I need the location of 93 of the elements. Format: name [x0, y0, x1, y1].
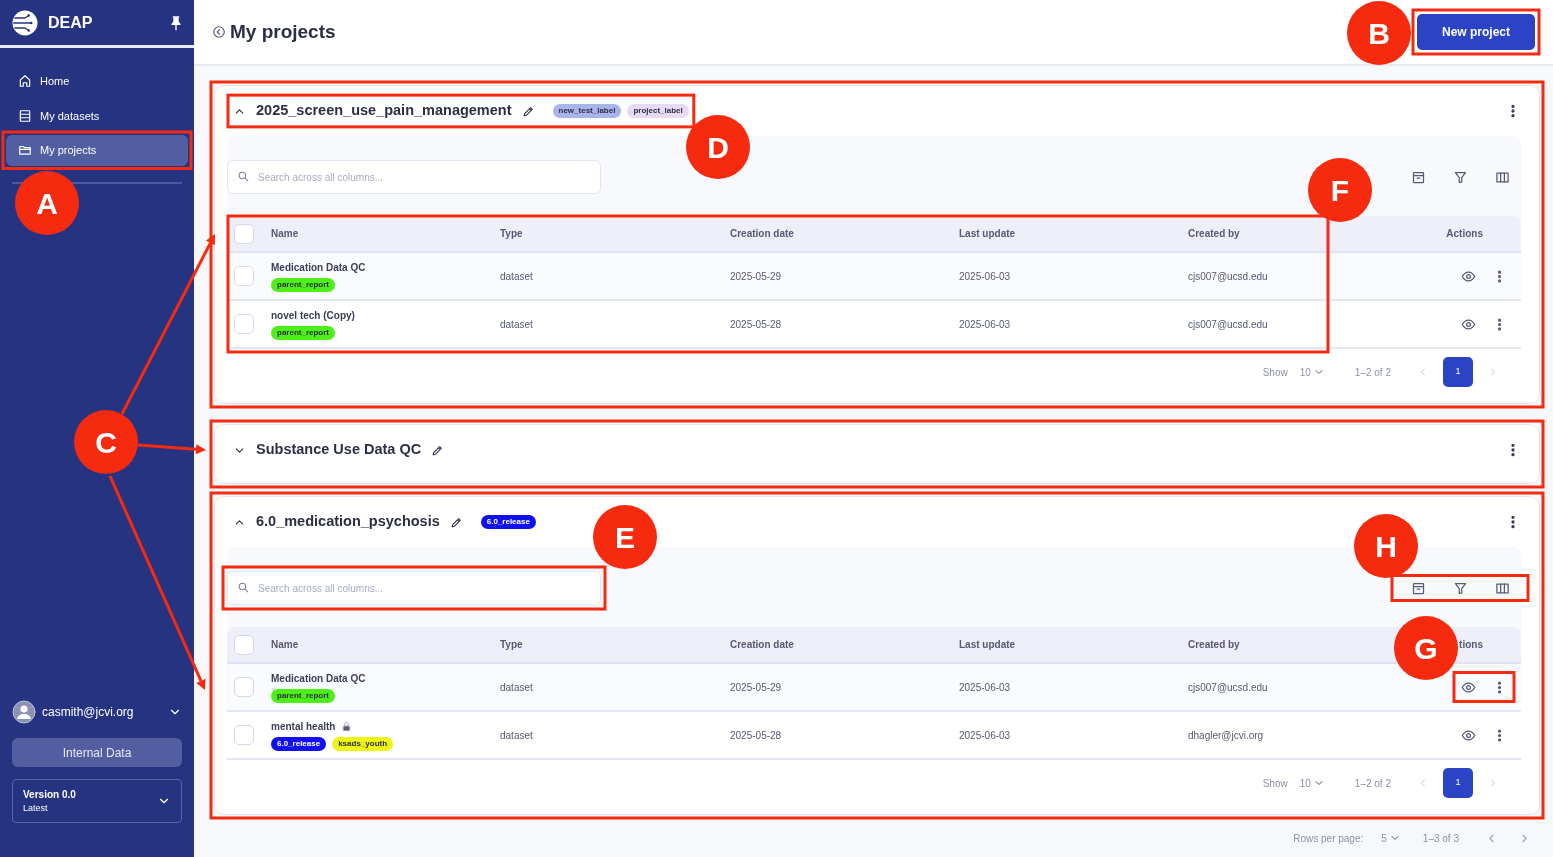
eye-icon[interactable]: [1461, 268, 1476, 284]
brand-name: DEAP: [48, 12, 93, 33]
page-number-button[interactable]: 1: [1443, 768, 1473, 798]
project-label: 6.0_release: [480, 515, 536, 529]
dataset-name[interactable]: novel tech (Copy): [271, 308, 355, 324]
dataset-name[interactable]: Medication Data QC: [271, 671, 366, 687]
columns-icon[interactable]: [1494, 580, 1510, 596]
table-cell: 2025-05-29: [730, 270, 782, 282]
column-header: Last update: [959, 228, 1016, 239]
internal-data-button[interactable]: Internal Data: [12, 738, 182, 767]
filter-icon[interactable]: [1452, 580, 1468, 596]
search-field[interactable]: Search across all columns...: [227, 571, 601, 605]
column-header: Actions: [1446, 228, 1483, 239]
user-email: casmith@jcvi.org: [42, 704, 134, 721]
table-cell: dhagler@jcvi.org: [1188, 729, 1264, 741]
select-all-checkbox[interactable]: [234, 634, 254, 655]
table-cell: cjs007@ucsd.edu: [1188, 318, 1268, 330]
project-label: project_label: [627, 104, 689, 118]
project-label: new_test_label: [552, 104, 622, 118]
version-subtitle: Latest: [23, 801, 49, 815]
table-cell: 2025-05-28: [730, 318, 782, 330]
dataset-tag: parent_report: [271, 326, 335, 340]
select-all-checkbox[interactable]: [234, 223, 254, 244]
new-project-button[interactable]: New project: [1417, 14, 1535, 50]
filter-icon[interactable]: [1452, 169, 1468, 185]
dataset-tag: 6.0_release: [271, 737, 327, 751]
dataset-tag: parent_report: [271, 689, 335, 703]
table-cell: 2025-06-03: [959, 681, 1011, 693]
column-header: Last update: [959, 639, 1016, 650]
dataset-tag: parent_report: [271, 278, 335, 292]
table-cell: 2025-06-03: [959, 318, 1011, 330]
column-header: Creation date: [730, 639, 794, 650]
project-name: 6.0_medication_psychosis: [256, 512, 440, 532]
row-checkbox[interactable]: [234, 677, 254, 697]
folder-icon: [18, 143, 32, 158]
column-header: tions: [1459, 639, 1483, 650]
row-checkbox[interactable]: [234, 725, 254, 745]
column-header: Name: [271, 639, 299, 650]
row-checkbox[interactable]: [234, 266, 254, 286]
columns-icon[interactable]: [1494, 169, 1510, 185]
column-header: Name: [271, 228, 299, 239]
table-cell: 2025-06-03: [959, 270, 1011, 282]
sidebar-item[interactable]: My projects: [6, 135, 188, 166]
show-label: Show: [1262, 365, 1288, 380]
table-cell: dataset: [500, 270, 533, 282]
table-cell: 2025-05-29: [730, 681, 782, 693]
search-icon: [237, 581, 250, 594]
eye-icon[interactable]: [1461, 727, 1476, 743]
sidebar-item[interactable]: Home: [6, 66, 188, 97]
list-icon: [18, 108, 32, 123]
search-field[interactable]: Search across all columns...: [227, 160, 601, 194]
column-header: Creation date: [730, 228, 794, 239]
page-range: 1–2 of 2: [1354, 365, 1391, 380]
project-name: Substance Use Data QC: [256, 440, 422, 460]
row-checkbox[interactable]: [234, 314, 254, 334]
pin-icon[interactable]: [168, 14, 184, 31]
eye-icon[interactable]: [1461, 679, 1476, 695]
table-cell: dataset: [500, 318, 533, 330]
lock-icon: [341, 721, 353, 733]
show-label: Show: [1262, 776, 1288, 791]
table-cell: cjs007@ucsd.edu: [1188, 270, 1268, 282]
back-icon[interactable]: [212, 25, 226, 39]
table-cell: dataset: [500, 681, 533, 693]
search-icon: [237, 170, 250, 183]
project-name: 2025_screen_use_pain_management: [256, 101, 512, 121]
dataset-name[interactable]: Medication Data QC: [271, 260, 366, 276]
column-header: Type: [500, 228, 523, 239]
page-range: 1–3 of 3: [1422, 831, 1459, 846]
version-selector[interactable]: Version 0.0 Latest: [12, 779, 182, 823]
column-header: Type: [500, 639, 523, 650]
page-title: My projects: [230, 19, 336, 44]
pencil-icon[interactable]: [431, 443, 445, 457]
table-cell: cjs007@ucsd.edu: [1188, 681, 1268, 693]
pencil-icon[interactable]: [521, 104, 535, 118]
column-header: Created by: [1188, 639, 1240, 650]
table-cell: 2025-05-28: [730, 729, 782, 741]
version-title: Version 0.0: [23, 787, 76, 802]
page-number-button[interactable]: 1: [1443, 357, 1473, 387]
archive-icon[interactable]: [1410, 580, 1426, 596]
eye-icon[interactable]: [1461, 316, 1476, 332]
table-cell: 2025-06-03: [959, 729, 1011, 741]
table-cell: dataset: [500, 729, 533, 741]
column-header: Created by: [1188, 228, 1240, 239]
page-range: 1–2 of 2: [1354, 776, 1391, 791]
home-icon: [18, 74, 32, 89]
user-avatar-icon: [12, 700, 36, 724]
callout-arrow: [137, 443, 206, 455]
dataset-tag: ksads_youth: [332, 737, 394, 751]
pencil-icon[interactable]: [449, 515, 463, 529]
rows-per-page-label: Rows per page:: [1293, 831, 1364, 846]
archive-icon[interactable]: [1410, 169, 1426, 185]
sidebar-item[interactable]: My datasets: [6, 100, 188, 131]
dataset-name[interactable]: mental health: [271, 719, 336, 735]
